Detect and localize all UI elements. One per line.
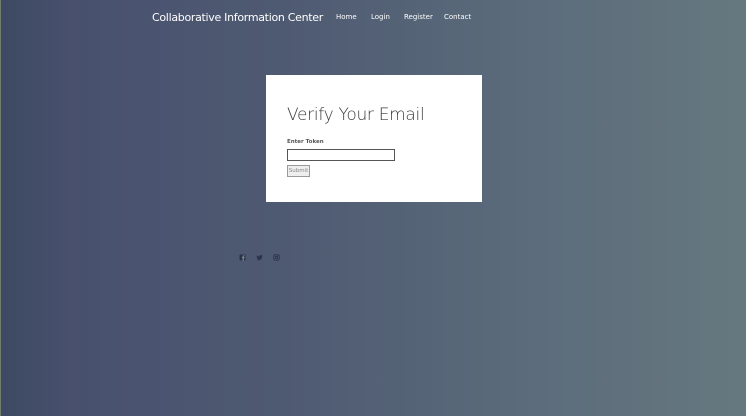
token-label: Enter Token [287, 139, 324, 145]
verify-email-card: Verify Your Email Enter Token Submit [266, 75, 482, 202]
brand-link[interactable]: Collaborative Information Center [152, 11, 323, 24]
instagram-icon[interactable] [273, 246, 280, 261]
page-title: Verify Your Email [287, 105, 425, 125]
token-input[interactable] [287, 149, 395, 161]
nav-link-home[interactable]: Home [336, 13, 357, 21]
navbar: Collaborative Information Center Home Lo… [0, 0, 746, 36]
left-edge-divider [0, 0, 1, 416]
nav-link-contact[interactable]: Contact [444, 13, 471, 21]
nav-link-login[interactable]: Login [371, 13, 390, 21]
twitter-icon[interactable] [256, 246, 263, 261]
submit-button[interactable]: Submit [287, 165, 310, 177]
facebook-icon[interactable] [239, 246, 246, 261]
nav-link-register[interactable]: Register [404, 13, 433, 21]
